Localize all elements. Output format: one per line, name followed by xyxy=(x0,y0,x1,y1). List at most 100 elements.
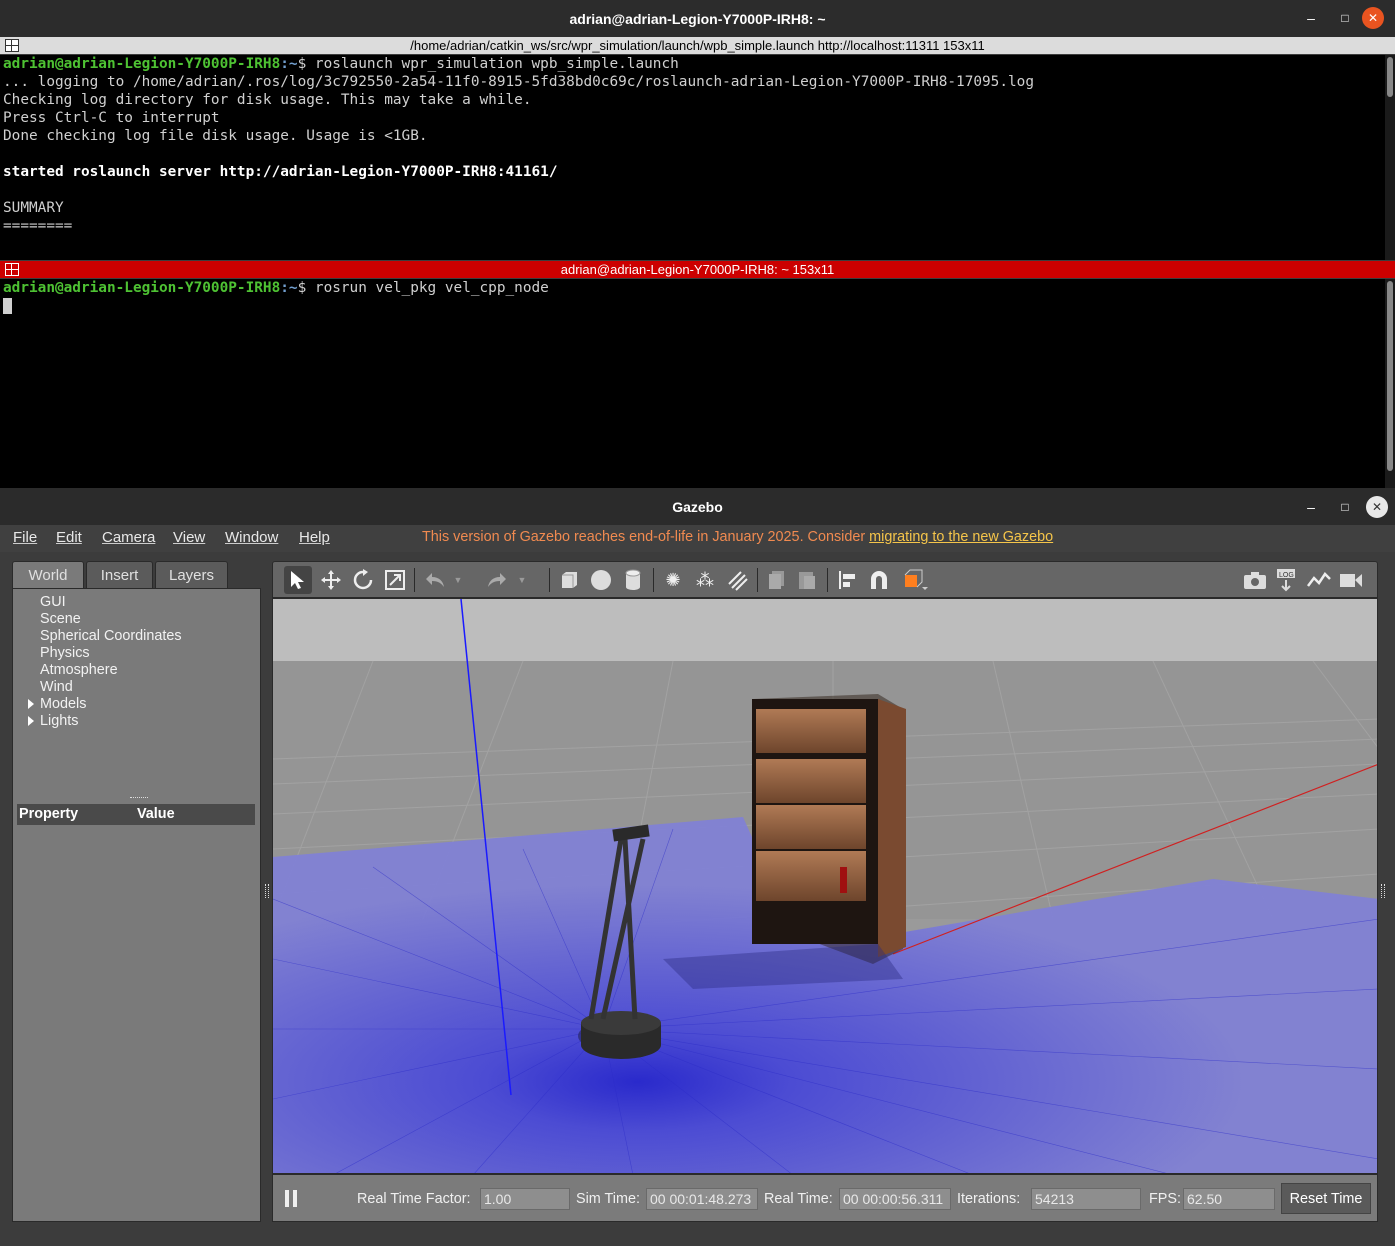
3d-viewport[interactable] xyxy=(272,598,1378,1174)
gazebo-maximize-button[interactable]: □ xyxy=(1335,497,1355,517)
box-shape-icon[interactable] xyxy=(555,566,583,594)
align-icon[interactable] xyxy=(833,566,861,594)
menu-view[interactable]: View xyxy=(173,529,205,546)
select-arrow-icon[interactable] xyxy=(284,566,312,594)
time-status-bar: Real Time Factor: 1.00 Sim Time: 00 00:0… xyxy=(272,1174,1378,1222)
eol-text: This version of Gazebo reaches end-of-li… xyxy=(422,529,870,545)
tree-item-atmosphere[interactable]: Atmosphere xyxy=(40,662,118,678)
tree-item-models[interactable]: Models xyxy=(40,696,86,712)
reset-time-button[interactable]: Reset Time xyxy=(1281,1183,1371,1214)
menu-window[interactable]: Window xyxy=(225,529,278,546)
gazebo-title-text: Gazebo xyxy=(672,498,723,515)
copy-icon[interactable] xyxy=(763,566,791,594)
iterations-label: Iterations: xyxy=(957,1191,1021,1207)
tab-world[interactable]: World xyxy=(12,561,84,589)
expand-arrow-icon[interactable] xyxy=(28,716,34,726)
paste-icon[interactable] xyxy=(793,566,821,594)
menu-edit[interactable]: Edit xyxy=(56,529,82,546)
terminal-pane1-output[interactable]: adrian@adrian-Legion-Y7000P-IRH8:~$ rosl… xyxy=(0,55,1395,260)
rotate-icon[interactable] xyxy=(349,566,377,594)
point-light-icon[interactable]: ✺ xyxy=(659,566,687,594)
scale-icon[interactable] xyxy=(381,566,409,594)
terminal-minimize-button[interactable]: – xyxy=(1301,8,1321,28)
directional-light-icon[interactable] xyxy=(723,566,751,594)
tree-item-wind[interactable]: Wind xyxy=(40,679,73,695)
rtf-value: 1.00 xyxy=(480,1188,570,1210)
plot-icon[interactable] xyxy=(1305,566,1333,594)
sphere-shape-icon[interactable] xyxy=(587,566,615,594)
pane1-title-text: /home/adrian/catkin_ws/src/wpr_simulatio… xyxy=(410,38,985,53)
terminal-window-title: adrian@adrian-Legion-Y7000P-IRH8: ~ xyxy=(0,0,1395,37)
gazebo-close-button[interactable]: ✕ xyxy=(1366,496,1388,518)
gazebo-minimize-button[interactable]: – xyxy=(1301,497,1321,517)
tab-layers[interactable]: Layers xyxy=(155,561,228,589)
fps-value: 62.50 xyxy=(1183,1188,1275,1210)
pane2-scrollbar[interactable] xyxy=(1385,279,1395,488)
redo-dropdown-icon[interactable]: ▼ xyxy=(515,566,529,594)
gazebo-menubar: File Edit Camera View Window Help This v… xyxy=(0,525,1395,552)
cylinder-shape-icon[interactable] xyxy=(619,566,647,594)
eol-migrate-link[interactable]: migrating to the new Gazebo xyxy=(869,529,1053,545)
tab-insert[interactable]: Insert xyxy=(86,561,153,589)
right-panel-resize-handle[interactable] xyxy=(1381,884,1385,898)
pane2-title-text: adrian@adrian-Legion-Y7000P-IRH8: ~ 153x… xyxy=(560,262,835,277)
eol-notice: This version of Gazebo reaches end-of-li… xyxy=(422,529,1053,545)
fps-label: FPS: xyxy=(1149,1191,1181,1207)
prompt-user: adrian@adrian-Legion-Y7000P-IRH8 xyxy=(3,280,281,296)
sim-time-value: 00 00:01:48.273 xyxy=(646,1188,758,1210)
menu-file[interactable]: File xyxy=(13,529,37,546)
scene-toolbar: ▼ ▼ ✺ ⁂ LOG xyxy=(272,561,1378,598)
view-angle-icon[interactable] xyxy=(901,566,929,594)
screenshot-icon[interactable] xyxy=(1241,566,1269,594)
summary-heading: SUMMARY xyxy=(3,200,64,216)
terminal-maximize-button[interactable]: □ xyxy=(1335,8,1355,28)
split-pane-icon[interactable] xyxy=(5,263,19,276)
prompt-path: :~ xyxy=(280,56,298,72)
menu-help[interactable]: Help xyxy=(299,529,330,546)
log-line: ... logging to /home/adrian/.ros/log/3c7… xyxy=(3,74,1035,90)
tree-item-physics[interactable]: Physics xyxy=(40,645,90,661)
log-line: Press Ctrl-C to interrupt xyxy=(3,110,220,126)
tree-item-scene[interactable]: Scene xyxy=(40,611,81,627)
real-time-value: 00 00:00:56.311 xyxy=(839,1188,951,1210)
magnet-snap-icon[interactable] xyxy=(865,566,893,594)
tree-item-gui[interactable]: GUI xyxy=(40,594,66,610)
undo-dropdown-icon[interactable]: ▼ xyxy=(451,566,465,594)
prompt-path: :~ xyxy=(280,280,298,296)
redo-icon[interactable] xyxy=(483,566,511,594)
summary-rule: ======== xyxy=(3,218,73,234)
property-column-header: Property xyxy=(19,806,79,822)
spot-light-icon[interactable]: ⁂ xyxy=(691,566,719,594)
toolbar-separator xyxy=(827,568,828,592)
split-pane-icon[interactable] xyxy=(5,39,19,52)
undo-icon[interactable] xyxy=(421,566,449,594)
scene-render xyxy=(273,599,1377,1173)
record-video-icon[interactable] xyxy=(1337,566,1365,594)
terminal-title-text: adrian@adrian-Legion-Y7000P-IRH8: ~ xyxy=(569,10,826,27)
terminal-close-button[interactable]: ✕ xyxy=(1362,7,1384,29)
pause-icon[interactable] xyxy=(285,1190,299,1207)
gazebo-window-title: Gazebo xyxy=(0,488,1395,525)
terminal-pane1-titlebar[interactable]: /home/adrian/catkin_ws/src/wpr_simulatio… xyxy=(0,37,1395,54)
tree-item-lights[interactable]: Lights xyxy=(40,713,78,729)
toolbar-separator xyxy=(414,568,415,592)
pane1-command: $ roslaunch wpr_simulation wpb_simple.la… xyxy=(297,56,679,72)
panel-splitter-handle[interactable] xyxy=(130,797,148,801)
log-icon[interactable]: LOG xyxy=(1273,566,1301,594)
menu-camera[interactable]: Camera xyxy=(102,529,155,546)
expand-arrow-icon[interactable] xyxy=(28,699,34,709)
toolbar-separator xyxy=(757,568,758,592)
terminal-pane2-titlebar[interactable]: adrian@adrian-Legion-Y7000P-IRH8: ~ 153x… xyxy=(0,261,1395,278)
svg-text:LOG: LOG xyxy=(1279,572,1294,579)
rtf-label: Real Time Factor: xyxy=(357,1191,471,1207)
pane1-scrollbar[interactable] xyxy=(1385,55,1395,260)
pane2-scroll-thumb[interactable] xyxy=(1387,281,1393,471)
left-panel-resize-handle[interactable] xyxy=(265,884,269,898)
prompt-user: adrian@adrian-Legion-Y7000P-IRH8 xyxy=(3,56,281,72)
pane1-scroll-thumb[interactable] xyxy=(1387,57,1393,97)
tree-item-spherical-coordinates[interactable]: Spherical Coordinates xyxy=(40,628,182,644)
terminal-pane2-output[interactable]: adrian@adrian-Legion-Y7000P-IRH8:~$ rosr… xyxy=(0,279,1395,488)
server-line: started roslaunch server http://adrian-L… xyxy=(3,164,558,180)
iterations-value: 54213 xyxy=(1031,1188,1141,1210)
translate-icon[interactable] xyxy=(317,566,345,594)
